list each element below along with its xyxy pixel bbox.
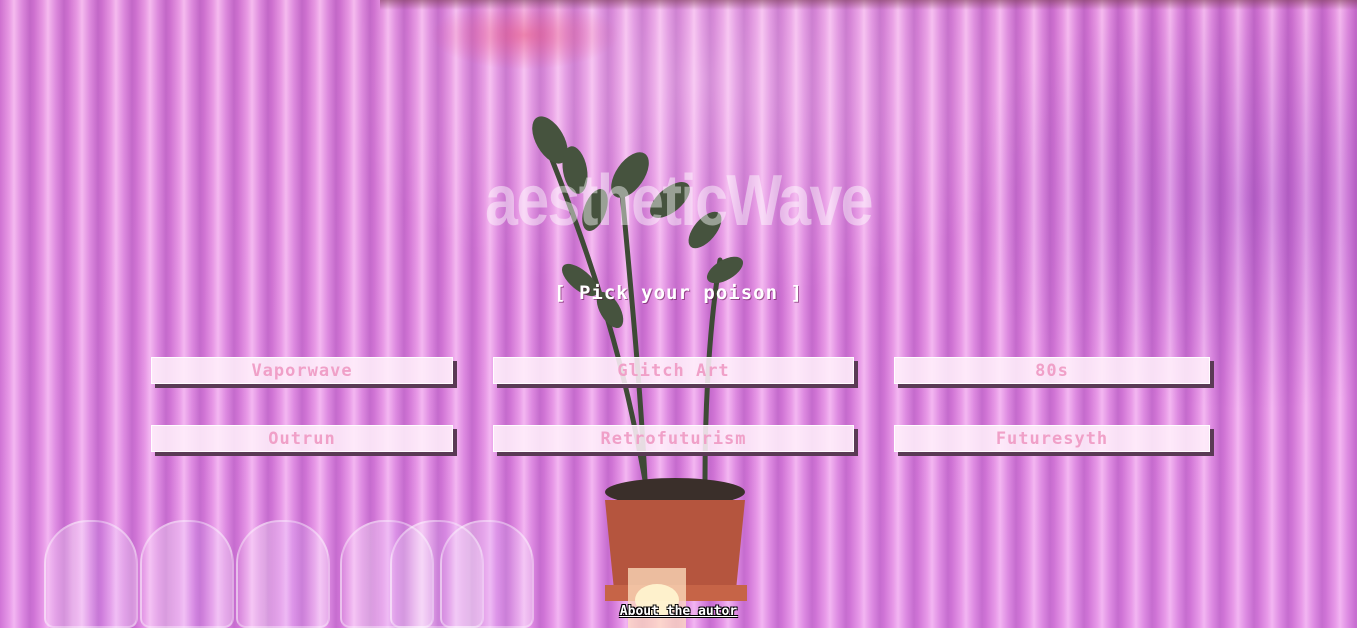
vaporwave-button[interactable]: Vaporwave xyxy=(151,357,453,384)
80s-button[interactable]: 80s xyxy=(894,357,1210,384)
background-light-smudge xyxy=(430,0,620,70)
page-subtitle: [ Pick your poison ] xyxy=(554,282,803,304)
retrofuturism-button[interactable]: Retrofuturism xyxy=(493,425,854,452)
glitch-art-button[interactable]: Glitch Art xyxy=(493,357,854,384)
footer: About the autor xyxy=(0,604,1357,619)
about-the-author-link[interactable]: About the autor xyxy=(620,604,737,619)
page-title: aestheticWave xyxy=(485,161,873,241)
futuresyth-button[interactable]: Futuresyth xyxy=(894,425,1210,452)
outrun-button[interactable]: Outrun xyxy=(151,425,453,452)
